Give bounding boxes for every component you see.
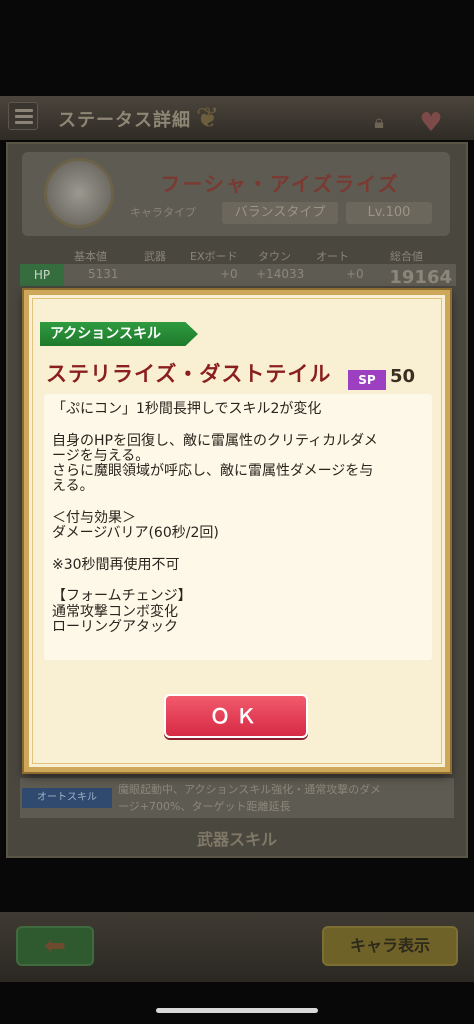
ornament-icon: ❦ xyxy=(196,101,220,134)
home-indicator[interactable] xyxy=(156,1008,318,1013)
stat-header-total: 総合値 xyxy=(390,250,423,263)
auto-skill-line-2: ージ+700%、ターゲット距離延長 xyxy=(118,800,291,813)
stat-header-weapon: 武器 xyxy=(144,250,166,263)
desc-line-4: さらに魔眼領域が呼応し、敵に雷属性ダメージを与 xyxy=(52,463,374,479)
hamburger-icon[interactable] xyxy=(8,102,38,130)
auto-skill-row: オートスキル 魔眼起動中、アクションスキル強化・通常攻撃のダメ ージ+700%、… xyxy=(20,778,454,818)
hp-label: HP xyxy=(20,264,64,286)
skill-type-tag: アクションスキル xyxy=(40,322,198,346)
chara-type-value: バランスタイプ xyxy=(222,202,338,224)
hp-weapon: +0 xyxy=(220,267,238,281)
character-avatar[interactable] xyxy=(44,158,114,228)
desc-line-8: ※30秒間再使用不可 xyxy=(52,557,180,573)
auto-skill-text: 魔眼起動中、アクションスキル強化・通常攻撃のダメ ージ+700%、ターゲット距離… xyxy=(118,781,448,817)
chara-type-label: キャラタイプ xyxy=(130,206,196,219)
sp-badge: SP xyxy=(348,370,386,390)
desc-line-11: ローリングアタック xyxy=(52,619,178,635)
ok-button[interactable]: ＯＫ xyxy=(164,694,308,738)
stat-header-base: 基本値 xyxy=(74,250,107,263)
sp-value: 50 xyxy=(390,366,416,387)
back-arrow-icon[interactable]: ⬅ xyxy=(16,926,94,966)
stat-header-town: タウン xyxy=(258,250,291,263)
level-value: Lv.100 xyxy=(346,202,432,224)
stat-header-exboard: EXボード xyxy=(190,250,238,263)
hp-row: HP 5131 +0 +14033 +0 19164 xyxy=(20,264,456,288)
auto-skill-tag: オートスキル xyxy=(22,788,112,808)
desc-line-7: ダメージバリア(60秒/2回) xyxy=(52,525,219,541)
hp-exboard: +14033 xyxy=(256,267,305,281)
weapon-skill-label: 武器スキル xyxy=(196,830,277,849)
character-name: フーシャ・アイズライズ xyxy=(160,172,400,196)
hp-base: 5131 xyxy=(88,267,119,281)
hp-town: +0 xyxy=(346,267,364,281)
chara-display-button[interactable]: キャラ表示 xyxy=(322,926,458,966)
stat-headers: 基本値 武器 EXボード タウン オート 総合値 xyxy=(20,248,456,264)
heart-icon[interactable]: ♥ xyxy=(414,108,448,138)
desc-line-1: 「ぷにコン」1秒間長押しでスキル2が変化 xyxy=(52,401,322,417)
auto-skill-line-1: 魔眼起動中、アクションスキル強化・通常攻撃のダメ xyxy=(118,783,381,796)
desc-line-5: える。 xyxy=(52,478,94,494)
hp-total: 19164 xyxy=(389,267,452,288)
stat-header-auto: オート xyxy=(316,250,349,263)
lock-icon[interactable]: 🔒︎ xyxy=(368,112,390,134)
skill-name: ステリライズ・ダストテイル xyxy=(46,362,332,386)
